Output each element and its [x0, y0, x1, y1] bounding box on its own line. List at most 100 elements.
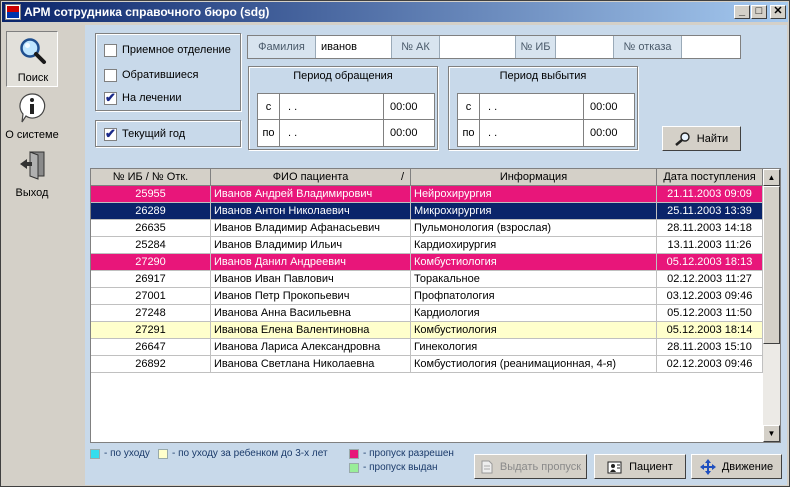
table-cell-date: 02.12.2003 09:46 [657, 356, 763, 373]
col-header-date[interactable]: Дата поступления [657, 169, 763, 186]
table-cell-id: 25284 [91, 237, 211, 254]
table-cell-info: Нейрохирургия [411, 186, 657, 203]
table-row[interactable]: 25284 Иванов Владимир Ильич Кардиохирургия… [91, 237, 763, 254]
table-row[interactable]: 27001 Иванов Петр Прокопьевич Профпатологи… [91, 288, 763, 305]
checkbox-box[interactable] [104, 68, 117, 82]
issue-pass-button[interactable]: Выдать пропуск [474, 454, 587, 479]
movement-button[interactable]: Движение [691, 454, 782, 479]
table-row[interactable]: 27290 Иванов Данил Андреевич Комбустиологи… [91, 254, 763, 271]
issue-pass-label: Выдать пропуск [499, 460, 582, 473]
checkbox-box[interactable] [104, 43, 117, 57]
nav-exit-button[interactable]: Выход [6, 145, 58, 201]
title-bar[interactable]: АРМ сотрудника справочного бюро (sdg) _ … [2, 2, 788, 22]
current-year-checkbox[interactable]: Текущий год [104, 126, 185, 142]
discharge-from-label: с [458, 94, 480, 120]
scroll-thumb[interactable] [763, 186, 780, 344]
refusal-input[interactable] [682, 36, 740, 58]
table-cell-info: Гинекология [411, 339, 657, 356]
discharge-to-date[interactable]: . . [480, 120, 584, 146]
filter-admission-checkbox[interactable]: Приемное отделение [104, 42, 231, 58]
visit-to-time[interactable]: 00:00 [384, 120, 434, 146]
nav-search-button[interactable]: Поиск [6, 31, 58, 87]
legend-swatch [90, 448, 100, 459]
table-cell-id: 26647 [91, 339, 211, 356]
table-row[interactable]: 26635 Иванов Владимир Афанасьевич Пульмоно… [91, 220, 763, 237]
table-cell-name: Иванов Андрей Владимирович [211, 186, 411, 203]
table-row[interactable]: 26892 Иванова Светлана Николаевна Комбусти… [91, 356, 763, 373]
legend-childcare: - по уходу за ребенком до 3-х лет [158, 448, 328, 459]
table-cell-name: Иванова Светлана Николаевна [211, 356, 411, 373]
table-cell-info: Торакальное [411, 271, 657, 288]
search-fields-bar: Фамилия иванов № АК № ИБ № отказа [247, 35, 741, 59]
nav-search-label: Поиск [17, 72, 49, 84]
table-cell-info: Пульмонология (взрослая) [411, 220, 657, 237]
maximize-button[interactable]: □ [751, 5, 767, 19]
table-cell-id: 27290 [91, 254, 211, 271]
table-row[interactable]: 26647 Иванова Лариса Александровна Гинекол… [91, 339, 763, 356]
legend-text: - по уходу [104, 448, 150, 459]
table-cell-id: 26289 [91, 203, 211, 220]
info-icon [19, 93, 46, 123]
filter-applied-checkbox[interactable]: Обратившиеся [104, 67, 198, 83]
category-filter-group: Приемное отделение Обратившиеся На лечен… [95, 33, 241, 111]
discharge-to-time[interactable]: 00:00 [584, 120, 634, 146]
table-row[interactable]: 26917 Иванов Иван Павлович Торакальное 02.1… [91, 271, 763, 288]
table-cell-date: 25.11.2003 13:39 [657, 203, 763, 220]
table-row[interactable]: 27291 Иванова Елена Валентиновна Комбустио… [91, 322, 763, 339]
surname-input[interactable]: иванов [316, 36, 392, 58]
table-cell-name: Иванов Владимир Ильич [211, 237, 411, 254]
col-header-info[interactable]: Информация [411, 169, 657, 186]
table-cell-date: 05.12.2003 11:50 [657, 305, 763, 322]
table-cell-info: Комбустиология (реанимационная, 4-я) [411, 356, 657, 373]
table-cell-id: 26635 [91, 220, 211, 237]
surname-label: Фамилия [248, 36, 316, 58]
ib-input[interactable] [556, 36, 614, 58]
legend-text: - пропуск разрешен [363, 448, 454, 459]
patient-button[interactable]: Пациент [594, 454, 686, 479]
legend-pass-allowed: - пропуск разрешен [349, 448, 454, 459]
table-cell-info: Кардиохирургия [411, 237, 657, 254]
find-button[interactable]: Найти [662, 126, 741, 151]
table-cell-date: 28.11.2003 15:10 [657, 339, 763, 356]
scroll-up-arrow-icon[interactable]: ▲ [763, 169, 780, 186]
scroll-down-arrow-icon[interactable]: ▼ [763, 425, 780, 442]
table-cell-date: 13.11.2003 11:26 [657, 237, 763, 254]
table-cell-id: 26917 [91, 271, 211, 288]
col-header-name[interactable]: ФИО пациента / [211, 169, 411, 186]
table-header: № ИБ / № Отк. ФИО пациента / Информация … [91, 169, 763, 186]
visit-period-group: Период обращения с . . 00:00 по . . 00:0… [248, 66, 438, 150]
find-button-label: Найти [696, 132, 729, 145]
table-cell-date: 02.12.2003 11:27 [657, 271, 763, 288]
refusal-label: № отказа [614, 36, 682, 58]
table-row[interactable]: 27248 Иванова Анна Васильевна Кардиология 0… [91, 305, 763, 322]
visit-to-date[interactable]: . . [280, 120, 384, 146]
vertical-scrollbar[interactable]: ▲ ▼ [763, 169, 780, 442]
checkbox-label: На лечении [122, 92, 182, 104]
app-icon [5, 4, 21, 20]
visit-from-time[interactable]: 00:00 [384, 94, 434, 120]
visit-period-table: с . . 00:00 по . . 00:00 [257, 93, 435, 147]
filter-inpatient-checkbox[interactable]: На лечении [104, 90, 182, 106]
table-row[interactable]: 25955 Иванов Андрей Владимирович Нейрохиру… [91, 186, 763, 203]
discharge-period-title: Период выбытия [499, 70, 587, 82]
col-header-id[interactable]: № ИБ / № Отк. [91, 169, 211, 186]
nav-about-button[interactable]: О системе [5, 87, 59, 143]
table-cell-name: Иванов Владимир Афанасьевич [211, 220, 411, 237]
ak-input[interactable] [440, 36, 516, 58]
table-cell-info: Комбустиология [411, 322, 657, 339]
checkbox-box[interactable] [104, 126, 117, 142]
ib-label: № ИБ [516, 36, 556, 58]
visit-from-date[interactable]: . . [280, 94, 384, 120]
table-cell-info: Микрохирургия [411, 203, 657, 220]
window-title: АРМ сотрудника справочного бюро (sdg) [24, 5, 270, 19]
patient-card-icon [607, 461, 622, 473]
movement-button-label: Движение [721, 460, 774, 473]
discharge-from-time[interactable]: 00:00 [584, 94, 634, 120]
discharge-from-date[interactable]: . . [480, 94, 584, 120]
checkbox-box[interactable] [104, 90, 117, 106]
close-button[interactable]: ✕ [770, 5, 786, 19]
minimize-button[interactable]: _ [734, 5, 750, 19]
visit-from-label: с [258, 94, 280, 120]
table-row[interactable]: 26289 Иванов Антон Николаевич Микрохирурги… [91, 203, 763, 220]
table-cell-date: 21.11.2003 09:09 [657, 186, 763, 203]
